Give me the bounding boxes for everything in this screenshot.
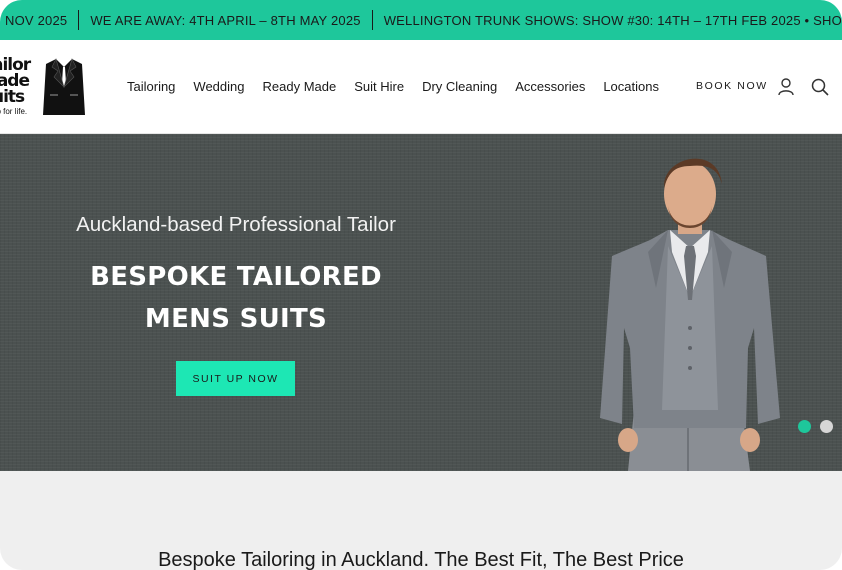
slide-dot-active[interactable] xyxy=(798,420,811,433)
hero-title-line: MENS SUITS xyxy=(144,304,328,334)
nav-dry-cleaning[interactable]: Dry Cleaning xyxy=(422,79,497,94)
search-icon[interactable] xyxy=(811,78,829,96)
announcement-item: WE ARE AWAY: 4TH APRIL – 8TH MAY 2025 xyxy=(90,12,361,28)
slide-dot[interactable] xyxy=(820,420,833,433)
site-logo[interactable]: ailor lade uits up for life. xyxy=(0,57,88,121)
nav-wedding[interactable]: Wedding xyxy=(193,79,244,94)
nav-suit-hire[interactable]: Suit Hire xyxy=(354,79,404,94)
page-frame: NOV 2025 WE ARE AWAY: 4TH APRIL – 8TH MA… xyxy=(0,0,842,570)
intro-heading: Bespoke Tailoring in Auckland. The Best … xyxy=(158,549,684,570)
logo-line: uits xyxy=(0,87,25,107)
book-now-link[interactable]: BOOK NOW xyxy=(696,80,768,92)
hero-subtitle: Auckland-based Professional Tailor xyxy=(76,213,396,236)
nav-tailoring[interactable]: Tailoring xyxy=(127,79,175,94)
hero-banner: Auckland-based Professional Tailor BESPO… xyxy=(0,134,842,471)
intro-section: Bespoke Tailoring in Auckland. The Best … xyxy=(0,471,842,570)
hero-model-image xyxy=(600,158,780,471)
site-header: ailor lade uits up for life. Tailoring W… xyxy=(0,40,842,134)
nav-ready-made[interactable]: Ready Made xyxy=(263,79,337,94)
announcement-item: NOV 2025 xyxy=(5,12,68,28)
main-navigation: Tailoring Wedding Ready Made Suit Hire D… xyxy=(127,40,677,133)
logo-wordmark: ailor lade uits xyxy=(0,57,44,107)
nav-locations[interactable]: Locations xyxy=(603,79,659,94)
announcement-track: NOV 2025 WE ARE AWAY: 4TH APRIL – 8TH MA… xyxy=(0,0,842,40)
logo-tagline: up for life. xyxy=(0,107,28,116)
suit-jacket-icon xyxy=(43,58,85,115)
hero-title-line: BESPOKE TAILORED xyxy=(90,262,382,292)
user-icon[interactable] xyxy=(778,78,794,96)
nav-accessories[interactable]: Accessories xyxy=(515,79,585,94)
suit-up-now-button[interactable]: SUIT UP NOW xyxy=(176,361,295,396)
announcement-bar: NOV 2025 WE ARE AWAY: 4TH APRIL – 8TH MA… xyxy=(0,0,842,40)
hero-title: BESPOKE TAILORED MENS SUITS xyxy=(0,256,472,340)
announcement-item: WELLINGTON TRUNK SHOWS: SHOW #30: 14TH –… xyxy=(383,12,842,28)
